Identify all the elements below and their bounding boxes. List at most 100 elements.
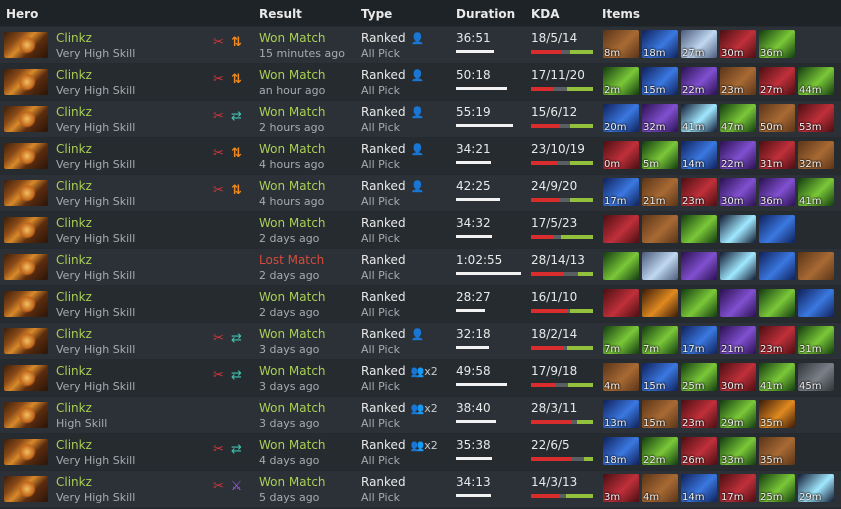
- match-result[interactable]: Won Match: [259, 142, 326, 156]
- item-icon[interactable]: 20m: [603, 104, 639, 132]
- item-icon[interactable]: 35m: [759, 400, 795, 428]
- match-result[interactable]: Lost Match: [259, 253, 324, 267]
- item-icon[interactable]: 53m: [798, 104, 834, 132]
- match-result[interactable]: Won Match: [259, 290, 326, 304]
- item-icon[interactable]: [681, 215, 717, 243]
- item-icon[interactable]: 17m: [603, 178, 639, 206]
- item-icon[interactable]: 4m: [642, 474, 678, 502]
- item-icon[interactable]: 50m: [759, 104, 795, 132]
- hero-portrait[interactable]: [4, 254, 48, 280]
- match-result[interactable]: Won Match: [259, 179, 326, 193]
- item-icon[interactable]: 29m: [720, 400, 756, 428]
- header-kda[interactable]: KDA: [531, 7, 560, 21]
- item-icon[interactable]: 4m: [603, 363, 639, 391]
- item-icon[interactable]: 26m: [681, 437, 717, 465]
- hero-portrait[interactable]: [4, 439, 48, 465]
- item-icon[interactable]: 17m: [720, 474, 756, 502]
- item-icon[interactable]: [603, 215, 639, 243]
- header-duration[interactable]: Duration: [456, 7, 515, 21]
- hero-name[interactable]: Clinkz: [56, 364, 92, 378]
- table-row[interactable]: Clinkz Very High Skill Won Match 2 days ago…: [0, 286, 841, 322]
- item-icon[interactable]: 31m: [759, 141, 795, 169]
- table-row[interactable]: Clinkz Very High Skill Lost Match 2 days ag…: [0, 249, 841, 285]
- item-icon[interactable]: [642, 215, 678, 243]
- item-icon[interactable]: 17m: [681, 326, 717, 354]
- table-row[interactable]: Clinkz Very High Skill ✂ ⇄ Won Match 4 days a…: [0, 434, 841, 470]
- hero-name[interactable]: Clinkz: [56, 179, 92, 193]
- item-icon[interactable]: 21m: [642, 178, 678, 206]
- hero-portrait[interactable]: [4, 106, 48, 132]
- item-icon[interactable]: 27m: [681, 30, 717, 58]
- match-result[interactable]: Won Match: [259, 31, 326, 45]
- hero-name[interactable]: Clinkz: [56, 68, 92, 82]
- item-icon[interactable]: 18m: [603, 437, 639, 465]
- table-row[interactable]: Clinkz Very High Skill ✂ ⇅ Won Match 4 hours …: [0, 175, 841, 211]
- item-icon[interactable]: [603, 252, 639, 280]
- item-icon[interactable]: 7m: [642, 326, 678, 354]
- table-row[interactable]: Clinkz Very High Skill ✂ ⇅ Won Match 4 hours …: [0, 138, 841, 174]
- item-icon[interactable]: 25m: [681, 363, 717, 391]
- match-result[interactable]: Won Match: [259, 105, 326, 119]
- item-icon[interactable]: 22m: [642, 437, 678, 465]
- hero-portrait[interactable]: [4, 328, 48, 354]
- item-icon[interactable]: 23m: [681, 178, 717, 206]
- item-icon[interactable]: 18m: [642, 30, 678, 58]
- item-icon[interactable]: 41m: [681, 104, 717, 132]
- item-icon[interactable]: 45m: [798, 363, 834, 391]
- item-icon[interactable]: 13m: [603, 400, 639, 428]
- item-icon[interactable]: 32m: [642, 104, 678, 132]
- hero-name[interactable]: Clinkz: [56, 142, 92, 156]
- item-icon[interactable]: 32m: [798, 141, 834, 169]
- item-icon[interactable]: 3m: [603, 474, 639, 502]
- table-row[interactable]: Clinkz Very High Skill ✂ ⇄ Won Match 2 hours …: [0, 101, 841, 137]
- match-result[interactable]: Won Match: [259, 438, 326, 452]
- hero-portrait[interactable]: [4, 69, 48, 95]
- item-icon[interactable]: 31m: [798, 326, 834, 354]
- item-icon[interactable]: 33m: [720, 437, 756, 465]
- item-icon[interactable]: 30m: [720, 178, 756, 206]
- match-result[interactable]: Won Match: [259, 475, 326, 489]
- table-row[interactable]: Clinkz Very High Skill ✂ ⚔ Won Match 5 days a…: [0, 471, 841, 507]
- item-icon[interactable]: 7m: [603, 326, 639, 354]
- item-icon[interactable]: 22m: [681, 67, 717, 95]
- item-icon[interactable]: [720, 289, 756, 317]
- item-icon[interactable]: 44m: [798, 67, 834, 95]
- header-type[interactable]: Type: [361, 7, 392, 21]
- item-icon[interactable]: 29m: [798, 474, 834, 502]
- item-icon[interactable]: 5m: [642, 141, 678, 169]
- match-result[interactable]: Won Match: [259, 68, 326, 82]
- hero-name[interactable]: Clinkz: [56, 475, 92, 489]
- item-icon[interactable]: 41m: [759, 363, 795, 391]
- hero-name[interactable]: Clinkz: [56, 105, 92, 119]
- match-result[interactable]: Won Match: [259, 327, 326, 341]
- header-result[interactable]: Result: [259, 7, 302, 21]
- match-result[interactable]: Won Match: [259, 364, 326, 378]
- item-icon[interactable]: 47m: [720, 104, 756, 132]
- item-icon[interactable]: 15m: [642, 400, 678, 428]
- item-icon[interactable]: [681, 252, 717, 280]
- table-row[interactable]: Clinkz Very High Skill ✂ ⇄ Won Match 3 days a…: [0, 360, 841, 396]
- hero-portrait[interactable]: [4, 402, 48, 428]
- item-icon[interactable]: [759, 252, 795, 280]
- hero-portrait[interactable]: [4, 32, 48, 58]
- match-result[interactable]: Won Match: [259, 401, 326, 415]
- item-icon[interactable]: 35m: [759, 437, 795, 465]
- hero-name[interactable]: Clinkz: [56, 31, 92, 45]
- item-icon[interactable]: 30m: [720, 30, 756, 58]
- item-icon[interactable]: 22m: [720, 141, 756, 169]
- item-icon[interactable]: [798, 252, 834, 280]
- table-row[interactable]: Clinkz Very High Skill ✂ ⇄ Won Match 3 days a…: [0, 323, 841, 359]
- item-icon[interactable]: [720, 215, 756, 243]
- table-row[interactable]: Clinkz High Skill Won Match 3 days ago Ranke…: [0, 397, 841, 433]
- item-icon[interactable]: 8m: [603, 30, 639, 58]
- item-icon[interactable]: 36m: [759, 178, 795, 206]
- hero-portrait[interactable]: [4, 143, 48, 169]
- item-icon[interactable]: 15m: [642, 363, 678, 391]
- item-icon[interactable]: 27m: [759, 67, 795, 95]
- item-icon[interactable]: 23m: [681, 400, 717, 428]
- hero-portrait[interactable]: [4, 291, 48, 317]
- item-icon[interactable]: 23m: [720, 67, 756, 95]
- hero-name[interactable]: Clinkz: [56, 253, 92, 267]
- header-hero[interactable]: Hero: [6, 7, 38, 21]
- item-icon[interactable]: [642, 289, 678, 317]
